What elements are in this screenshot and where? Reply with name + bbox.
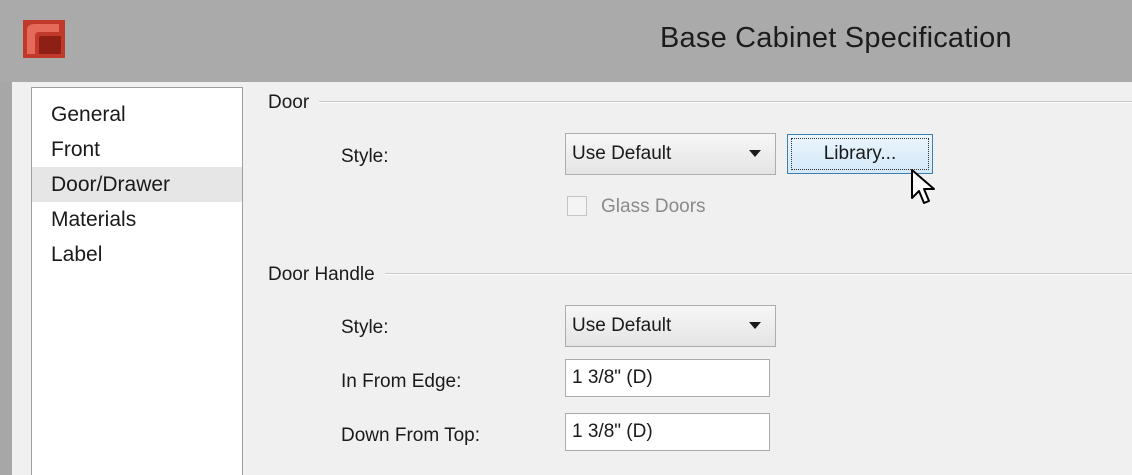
handle-style-value: Use Default <box>572 315 672 336</box>
door-style-value: Use Default <box>572 143 672 164</box>
glass-doors-label: Glass Doors <box>601 196 706 217</box>
title-bar: Base Cabinet Specification <box>0 0 1132 82</box>
nav-item-door-drawer[interactable]: Door/Drawer <box>32 167 242 202</box>
in-from-edge-field[interactable]: 1 3/8" (D) <box>565 359 770 397</box>
window-title: Base Cabinet Specification <box>660 22 1012 54</box>
category-list[interactable]: General Front Door/Drawer Materials Labe… <box>31 87 243 475</box>
nav-item-front[interactable]: Front <box>32 132 242 167</box>
mouse-pointer-icon <box>911 169 935 204</box>
down-from-top-label: Down From Top: <box>341 425 481 446</box>
dialog-window: Base Cabinet Specification General Front… <box>0 0 1132 475</box>
glass-doors-checkbox[interactable] <box>567 196 587 216</box>
dialog-client-area: General Front Door/Drawer Materials Labe… <box>12 82 1132 475</box>
app-logo-icon <box>23 20 65 58</box>
handle-style-label: Style: <box>341 317 389 338</box>
handle-style-dropdown[interactable]: Use Default <box>565 305 776 347</box>
nav-item-general[interactable]: General <box>32 97 242 132</box>
chevron-down-icon <box>749 322 761 329</box>
door-style-label: Style: <box>341 146 389 167</box>
nav-item-materials[interactable]: Materials <box>32 202 242 237</box>
door-style-dropdown[interactable]: Use Default <box>565 133 776 175</box>
door-group-divider <box>268 101 1132 103</box>
in-from-edge-label: In From Edge: <box>341 371 462 392</box>
door-handle-group-title: Door Handle <box>268 264 385 286</box>
library-button-label: Library... <box>823 143 897 164</box>
door-group-title: Door <box>268 92 320 114</box>
nav-item-label[interactable]: Label <box>32 237 242 272</box>
down-from-top-field[interactable]: 1 3/8" (D) <box>565 413 770 451</box>
door-handle-group-divider <box>268 273 1132 275</box>
chevron-down-icon <box>749 150 761 157</box>
